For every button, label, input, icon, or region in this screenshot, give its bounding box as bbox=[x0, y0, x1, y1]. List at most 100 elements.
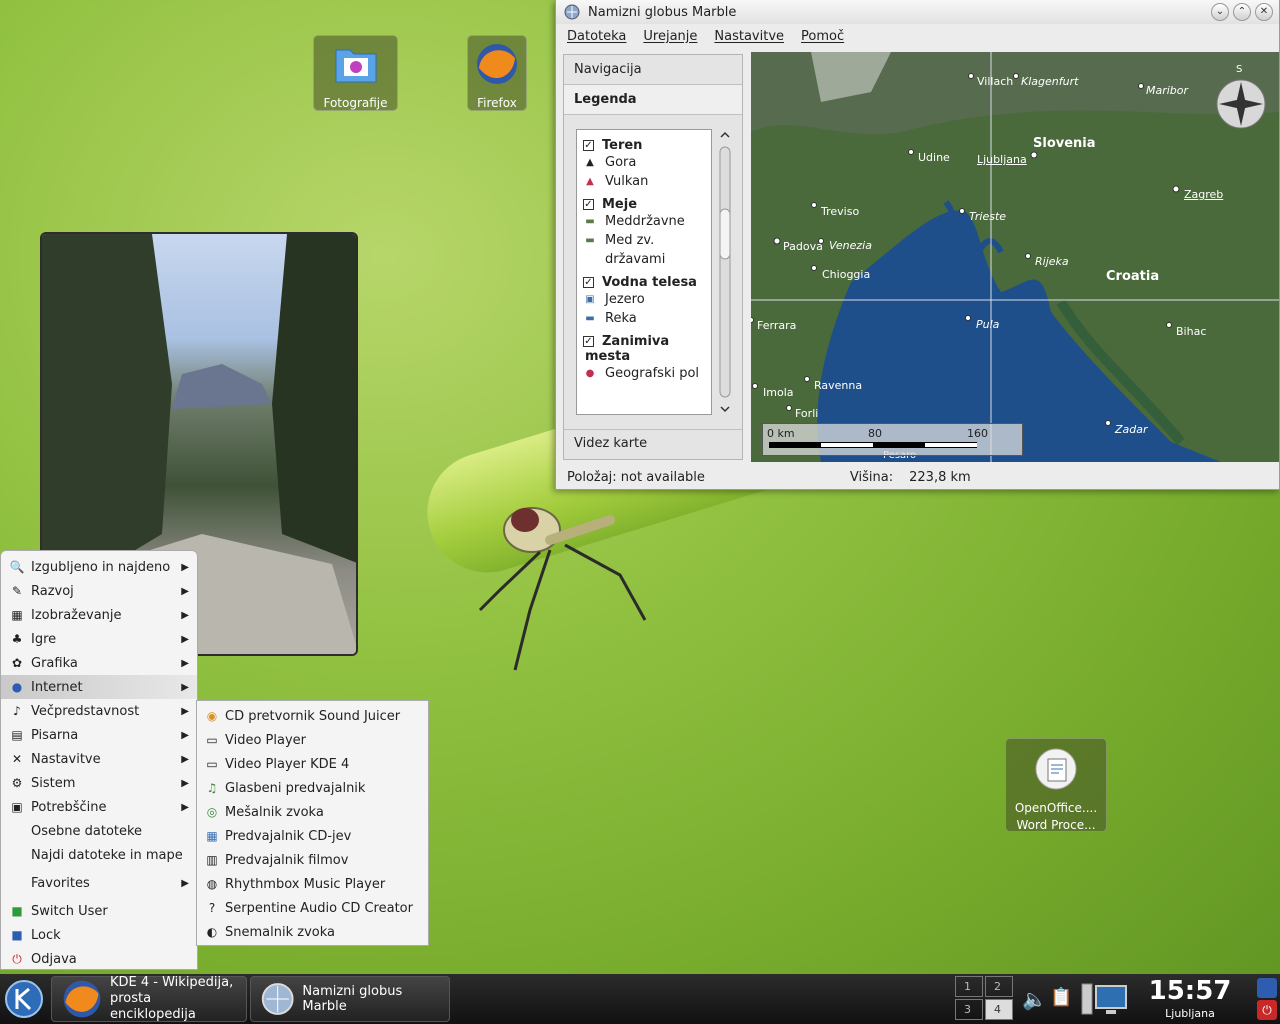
submenu-item[interactable]: ▦ Predvajalnik CD-jev bbox=[197, 824, 428, 848]
checkbox-zanimiva-mesta[interactable]: ✓ bbox=[583, 336, 594, 347]
kmenu-item-internet[interactable]: ● Internet ▶ bbox=[1, 675, 197, 699]
marble-window[interactable]: Namizni globus Marble ⌄ ⌃ ✕ Datoteka Ure… bbox=[555, 0, 1280, 490]
kmenu-item-potrebscine[interactable]: ▣ Potrebščine ▶ bbox=[1, 795, 197, 819]
desktop-icon-firefox[interactable]: Firefox bbox=[467, 35, 527, 111]
minimize-button[interactable]: ⌄ bbox=[1211, 3, 1229, 21]
legend-scrollbar[interactable] bbox=[718, 129, 732, 415]
menu-urejanje[interactable]: Urejanje bbox=[643, 29, 697, 44]
menu-pomoc[interactable]: Pomoč bbox=[801, 29, 844, 44]
status-altitude-label: Višina: bbox=[849, 469, 894, 485]
kmenu-item-izgubljeno[interactable]: 🔍 Izgubljeno in najdeno ▶ bbox=[1, 555, 197, 579]
tab-navigacija[interactable]: Navigacija bbox=[564, 55, 742, 85]
menu-nastavitve[interactable]: Nastavitve bbox=[714, 29, 784, 44]
map-city-label: Udine bbox=[918, 151, 950, 164]
mountain-icon: ▲ bbox=[586, 157, 594, 168]
submenu-item[interactable]: ◍ Rhythmbox Music Player bbox=[197, 872, 428, 896]
serpentine-icon: ? bbox=[208, 901, 216, 915]
volume-icon[interactable]: 🔈 bbox=[1022, 987, 1047, 1011]
submenu-item[interactable]: ▥ Predvajalnik filmov bbox=[197, 848, 428, 872]
pager-desktop-3[interactable]: 3 bbox=[955, 999, 983, 1020]
kmenu-item-najdi-datoteke[interactable]: Najdi datoteke in mape bbox=[1, 843, 197, 867]
clock-widget[interactable]: 15:57 Ljubljana bbox=[1145, 974, 1235, 1020]
legend-group-zanimiva-mesta[interactable]: ✓ Zanimiva bbox=[583, 334, 705, 349]
kmenu-item-switch-user[interactable]: ■ Switch User bbox=[1, 899, 197, 923]
scroll-down-icon[interactable] bbox=[720, 406, 730, 413]
desktop-pager: 1 2 3 4 bbox=[955, 976, 1013, 1020]
task-firefox-wikipedia[interactable]: KDE 4 - Wikipedija, prosta enciklopedija bbox=[51, 975, 247, 1022]
submenu-item[interactable]: ▭ Video Player bbox=[197, 728, 428, 752]
show-desktop-icon[interactable] bbox=[1080, 982, 1130, 1016]
submenu-item[interactable]: ? Serpentine Audio CD Creator bbox=[197, 896, 428, 920]
map-view[interactable]: Slovenia Croatia Villach Klagenfurt Mari… bbox=[751, 52, 1279, 462]
logout-icon: ⏻ bbox=[12, 952, 22, 966]
kmenu-item-igre[interactable]: ♣ Igre ▶ bbox=[1, 627, 197, 651]
task-marble[interactable]: Namizni globus Marble bbox=[250, 976, 450, 1022]
movie-player-icon: ▥ bbox=[206, 853, 218, 867]
map-city-label: Klagenfurt bbox=[1021, 75, 1079, 88]
checkbox-vodna-telesa[interactable]: ✓ bbox=[583, 277, 594, 288]
kmenu-item-pisarna[interactable]: ▤ Pisarna ▶ bbox=[1, 723, 197, 747]
submenu-item-label: Video Player bbox=[225, 732, 307, 748]
kmenu-item-vecpredstavnost[interactable]: ♪ Večpredstavnost ▶ bbox=[1, 699, 197, 723]
desktop-icon-label: Firefox bbox=[477, 96, 517, 110]
kmenu-item-grafika[interactable]: ✿ Grafika ▶ bbox=[1, 651, 197, 675]
submenu-item[interactable]: ◐ Snemalnik zvoka bbox=[197, 920, 428, 944]
submenu-item-label: Predvajalnik filmov bbox=[225, 852, 349, 868]
legend-item: ▲ Vulkan bbox=[583, 172, 705, 191]
kmenu-item-favorites[interactable]: Favorites ▶ bbox=[1, 871, 197, 895]
pager-desktop-1[interactable]: 1 bbox=[955, 976, 983, 997]
kmenu-item-label: Pisarna bbox=[31, 727, 79, 743]
submenu-item[interactable]: ▭ Video Player KDE 4 bbox=[197, 752, 428, 776]
clipboard-icon[interactable]: 📋 bbox=[1050, 987, 1072, 1008]
status-altitude-value: 223,8 km bbox=[909, 469, 971, 485]
kmenu-item-nastavitve[interactable]: ✕ Nastavitve ▶ bbox=[1, 747, 197, 771]
tab-videz-karte[interactable]: Videz karte bbox=[564, 429, 742, 459]
pager-desktop-2[interactable]: 2 bbox=[985, 976, 1013, 997]
kmenu-item-label: Igre bbox=[31, 631, 57, 647]
kmenu-item-lock[interactable]: ■ Lock bbox=[1, 923, 197, 947]
kmenu-item-label: Internet bbox=[31, 679, 83, 695]
shutdown-icon[interactable]: ⏻ bbox=[1257, 1000, 1277, 1020]
legend-item-label: Vulkan bbox=[605, 174, 649, 189]
maximize-button[interactable]: ⌃ bbox=[1233, 3, 1251, 21]
kmenu-item-label: Sistem bbox=[31, 775, 76, 791]
development-icon: ✎ bbox=[11, 584, 23, 598]
desktop-icon-fotografije[interactable]: Fotografije bbox=[313, 35, 398, 111]
scroll-thumb[interactable] bbox=[719, 208, 731, 260]
lock-screen-icon[interactable] bbox=[1257, 978, 1277, 998]
tab-legenda[interactable]: Legenda bbox=[564, 85, 742, 115]
legend-item-label: Geografski pol bbox=[605, 366, 700, 381]
legend-group-teren[interactable]: ✓ Teren bbox=[583, 138, 705, 153]
desktop-icon-openoffice[interactable]: OpenOffice.... Word Proce... bbox=[1005, 738, 1107, 832]
utilities-icon: ▣ bbox=[11, 800, 23, 814]
submenu-item[interactable]: ♫ Glasbeni predvajalnik bbox=[197, 776, 428, 800]
checkbox-teren[interactable]: ✓ bbox=[583, 140, 594, 151]
kmenu-item-izobrazevanje[interactable]: ▦ Izobraževanje ▶ bbox=[1, 603, 197, 627]
submenu-item-label: Mešalnik zvoka bbox=[225, 804, 324, 820]
kmenu-item-label: Razvoj bbox=[31, 583, 74, 599]
kmenu-item-razvoj[interactable]: ✎ Razvoj ▶ bbox=[1, 579, 197, 603]
firefox-icon bbox=[477, 44, 517, 84]
k-menu-button[interactable] bbox=[0, 975, 48, 1023]
compass-icon[interactable] bbox=[1216, 79, 1266, 129]
menu-datoteka[interactable]: Datoteka bbox=[567, 29, 626, 44]
legend-item: ▬ Meddržavne bbox=[583, 212, 705, 231]
submenu-item[interactable]: ◉ CD pretvornik Sound Juicer bbox=[197, 704, 428, 728]
close-button[interactable]: ✕ bbox=[1255, 3, 1273, 21]
settings-icon: ✕ bbox=[11, 752, 23, 766]
switch-user-icon: ■ bbox=[11, 904, 23, 918]
scroll-up-icon[interactable] bbox=[720, 131, 730, 138]
cd-player-icon: ▦ bbox=[206, 829, 218, 843]
legend-group-vodna-telesa[interactable]: ✓ Vodna telesa bbox=[583, 275, 705, 290]
map-city-label: Zagreb bbox=[1184, 188, 1224, 201]
checkbox-meje[interactable]: ✓ bbox=[583, 199, 594, 210]
legend-group-meje[interactable]: ✓ Meje bbox=[583, 197, 705, 212]
pager-desktop-4[interactable]: 4 bbox=[985, 999, 1013, 1020]
window-titlebar[interactable]: Namizni globus Marble ⌄ ⌃ ✕ bbox=[556, 0, 1279, 24]
kmenu-item-label: Izobraževanje bbox=[31, 607, 122, 623]
kmenu-item-odjava[interactable]: ⏻ Odjava bbox=[1, 947, 197, 971]
kmenu-item-osebne-datoteke[interactable]: Osebne datoteke bbox=[1, 819, 197, 843]
submenu-item[interactable]: ◎ Mešalnik zvoka bbox=[197, 800, 428, 824]
map-city-label: Trieste bbox=[969, 210, 1007, 223]
kmenu-item-sistem[interactable]: ⚙ Sistem ▶ bbox=[1, 771, 197, 795]
